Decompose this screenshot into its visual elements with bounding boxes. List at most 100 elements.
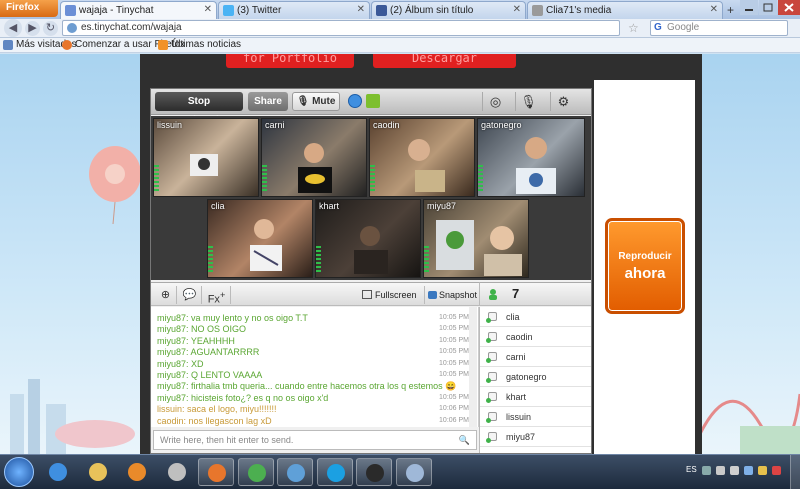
tab-facebook[interactable]: (2) Álbum sin título ✕ <box>371 1 526 19</box>
google-icon[interactable]: G <box>654 22 662 33</box>
network-icon[interactable] <box>744 466 753 475</box>
taskbar: ES <box>0 454 800 489</box>
online-status-icon <box>486 378 491 383</box>
camera-settings-icon[interactable]: ◎ <box>482 92 508 111</box>
portfolio-banner[interactable]: for Portfolio <box>226 54 354 68</box>
fx-sup-icon: + <box>219 290 226 300</box>
zoom-icon[interactable]: ⊕ <box>155 286 177 304</box>
tab-twitter[interactable]: (3) Twitter ✕ <box>218 1 370 19</box>
close-icon[interactable]: ✕ <box>357 4 365 15</box>
media-player-icon <box>128 463 146 481</box>
volume-meter <box>208 246 213 274</box>
video-grid: lissuin carni caodin gatonegro clia khar… <box>151 116 591 280</box>
camera-tile[interactable]: caodin <box>369 118 475 197</box>
download-banner[interactable]: Descargar <box>373 54 516 68</box>
user-list-item[interactable]: khart <box>480 387 591 407</box>
camera-tile[interactable]: clia <box>207 199 313 278</box>
bookmark-latest-news[interactable]: Últimas noticias <box>158 39 241 50</box>
taskbar-app-button[interactable] <box>198 458 234 486</box>
user-list-item[interactable]: miyu87 <box>480 427 591 447</box>
android-icon[interactable] <box>366 94 380 108</box>
tab-tinychat[interactable]: wajaja - Tinychat ✕ <box>60 1 217 19</box>
firefox-icon <box>62 40 72 50</box>
browser-tab-strip: Firefox wajaja - Tinychat ✕ (3) Twitter … <box>0 0 800 19</box>
snapshot-button[interactable]: Snapshot <box>424 286 478 304</box>
microphone-icon[interactable]: 🎙 <box>515 92 541 111</box>
user-list-item[interactable]: gatonegro <box>480 367 591 387</box>
steam-icon <box>366 464 384 482</box>
chat-scrollbar[interactable] <box>469 307 477 427</box>
flag-icon[interactable] <box>716 466 725 475</box>
search-icon[interactable]: 🔍 <box>459 435 470 446</box>
close-icon[interactable]: ✕ <box>710 4 718 15</box>
camera-tile[interactable]: miyu87 <box>423 199 529 278</box>
language-indicator[interactable]: ES <box>686 465 697 474</box>
chat-message: miyu87: XD 10:05 PM <box>157 359 473 369</box>
tray-app-icon[interactable] <box>758 466 767 475</box>
city-illustration <box>10 379 135 454</box>
camera-tile[interactable]: gatonegro <box>477 118 585 197</box>
close-icon[interactable]: ✕ <box>204 4 212 15</box>
private-messages-icon[interactable]: 💬 <box>178 286 202 304</box>
user-list-item[interactable]: clia <box>480 307 591 327</box>
user-list-item[interactable]: lissuin <box>480 407 591 427</box>
taskbar-app-button[interactable] <box>159 458 195 486</box>
tab-label: (3) Twitter <box>237 5 282 16</box>
tab-label: Clia71's media <box>546 5 612 16</box>
window-controls[interactable] <box>740 0 800 17</box>
tab-media[interactable]: Clia71's media ✕ <box>527 1 723 19</box>
webcam-person-image <box>298 143 332 193</box>
user-list-item[interactable]: caodin <box>480 327 591 347</box>
mute-button[interactable]: 🎙 Mute <box>292 92 340 111</box>
taskbar-app-button[interactable] <box>277 458 313 486</box>
new-tab-button[interactable]: + <box>727 3 734 17</box>
start-button[interactable] <box>4 457 34 487</box>
taskbar-app-button[interactable] <box>395 458 432 486</box>
taskbar-app-button[interactable] <box>356 458 392 486</box>
messenger-icon <box>287 464 305 482</box>
camera-tile[interactable]: khart <box>315 199 421 278</box>
share-button[interactable]: Share <box>248 92 288 111</box>
volume-icon[interactable] <box>730 466 739 475</box>
tray-expand-icon[interactable] <box>702 466 711 475</box>
skype-icon <box>326 464 345 482</box>
camera-tile[interactable]: carni <box>261 118 367 197</box>
taskbar-app-button[interactable] <box>119 458 155 486</box>
tab-label: wajaja - Tinychat <box>79 5 154 16</box>
webcam-person-image <box>516 137 556 194</box>
back-button[interactable]: ◀ <box>4 19 22 37</box>
taskbar-app-button[interactable] <box>316 458 353 486</box>
play-now-ad-button[interactable]: Reproducir ahora <box>605 218 685 314</box>
ie-icon[interactable] <box>348 94 362 108</box>
forward-button[interactable]: ▶ <box>25 21 40 36</box>
firefox-menu-button[interactable]: Firefox <box>0 0 58 17</box>
webcam-person-image <box>408 139 445 192</box>
online-status-icon <box>486 418 491 423</box>
volume-meter <box>424 246 429 274</box>
search-input[interactable]: G Google <box>650 20 788 36</box>
firefox-icon <box>208 464 226 482</box>
show-desktop-button[interactable] <box>790 455 800 489</box>
close-icon[interactable]: ✕ <box>513 4 521 15</box>
taskbar-app-button[interactable] <box>40 458 76 486</box>
fx-button[interactable]: Fx+ <box>203 286 231 306</box>
taskbar-app-button[interactable] <box>237 458 274 486</box>
address-bar[interactable]: es.tinychat.com/wajaja <box>62 20 620 36</box>
chat-message: miyu87: firthalia tmb queria... cuando e… <box>157 381 473 391</box>
fullscreen-button[interactable]: Fullscreen <box>361 286 423 304</box>
gear-icon[interactable]: ⚙ <box>550 92 576 111</box>
reload-button[interactable]: ↻ <box>43 21 58 36</box>
tray-alert-icon[interactable] <box>772 466 781 475</box>
stop-broadcasting-button[interactable]: Stop Broadcasting <box>155 92 243 126</box>
bookmark-star-icon[interactable]: ☆ <box>628 21 639 35</box>
camera-tile[interactable]: lissuin <box>153 118 259 197</box>
user-name: carni <box>506 352 526 362</box>
site-identity-icon[interactable] <box>67 23 77 33</box>
online-status-icon <box>486 398 491 403</box>
chat-input[interactable]: Write here, then hit enter to send. 🔍 <box>153 430 477 450</box>
tinychat-room: Stop Broadcasting Share 🎙 Mute ◎ 🎙 ⚙ lis… <box>150 88 592 454</box>
message-time: 10:06 PM <box>439 416 469 424</box>
user-list-item[interactable]: carni <box>480 347 591 367</box>
bookmark-label: Últimas noticias <box>171 39 242 50</box>
taskbar-app-button[interactable] <box>80 458 116 486</box>
